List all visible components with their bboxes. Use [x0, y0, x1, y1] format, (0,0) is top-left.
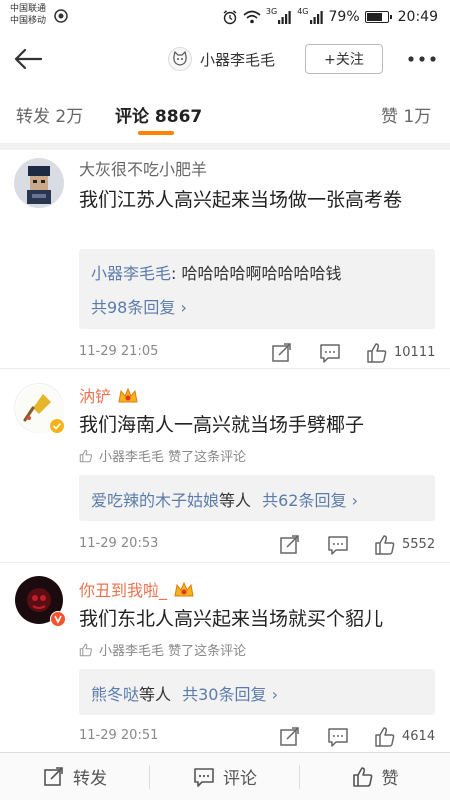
- avatar[interactable]: [14, 158, 64, 208]
- comment-icon[interactable]: [327, 534, 349, 556]
- reply-count-link[interactable]: 共98条回复 ›: [91, 294, 187, 318]
- comment-author-name: 汭铲: [79, 387, 112, 406]
- comment-item: 大灰很不吃小肥羊 我们江苏人高兴起来当场做一张高考卷 小器李毛毛: 哈哈哈哈啊哈…: [0, 150, 450, 368]
- reply-count-link[interactable]: 共62条回复 ›: [262, 491, 358, 510]
- battery-icon: [364, 11, 392, 23]
- tab-like[interactable]: 赞 1万: [381, 102, 431, 127]
- carrier-1: 中国联通: [10, 4, 47, 14]
- repost-icon: [44, 766, 63, 786]
- comment-button[interactable]: 评论: [150, 753, 300, 800]
- tab-bar: 转发 2万 评论 8867 赞 1万: [0, 84, 450, 144]
- bottom-action-bar: 转发 评论 赞: [0, 752, 450, 800]
- more-button[interactable]: [402, 46, 442, 72]
- comment-meta: 11-29 21:05 10111: [79, 342, 439, 364]
- like-count: 10111: [394, 345, 436, 360]
- author-name: 小器李毛毛: [200, 50, 276, 69]
- like-button[interactable]: 赞: [300, 753, 450, 800]
- battery-fill: [366, 13, 382, 21]
- like-icon[interactable]: [366, 342, 388, 364]
- alarm-icon: [223, 10, 237, 25]
- reply-mid: 等人: [139, 685, 172, 704]
- verified-badge-icon: [49, 418, 65, 434]
- like-icon[interactable]: [374, 726, 396, 748]
- user-avatar-image: [14, 158, 64, 208]
- comment-text: 我们海南人一高兴就当场手劈椰子: [79, 414, 365, 436]
- liked-by-text: 小器李毛毛 赞了这条评论: [99, 450, 247, 465]
- reply-line: 熊冬哒等人 共30条回复 ›: [91, 681, 278, 705]
- more-dots-icon: [408, 56, 436, 62]
- title-bar: 小器李毛毛 +关注: [0, 34, 450, 84]
- comment-meta: 11-29 20:51 4614: [79, 726, 439, 748]
- reply-count-link[interactable]: 共30条回复 ›: [182, 685, 278, 704]
- back-button[interactable]: [10, 42, 46, 76]
- like-icon[interactable]: [374, 534, 396, 556]
- repost-icon[interactable]: [279, 726, 301, 748]
- liked-by-text: 小器李毛毛 赞了这条评论: [99, 644, 247, 659]
- comment-label: 评论: [223, 769, 257, 789]
- tab-repost[interactable]: 转发 2万: [16, 102, 83, 127]
- status-bar: 中国联通 中国移动 3G 4G 79% 20:49: [0, 0, 450, 34]
- reply-line: 爱吃辣的木子姑娘等人 共62条回复 ›: [91, 487, 358, 511]
- reply-preview[interactable]: 爱吃辣的木子姑娘等人 共62条回复 ›: [79, 475, 435, 521]
- signal-icon: [309, 11, 323, 24]
- avatar[interactable]: [14, 383, 65, 434]
- follow-button[interactable]: +关注: [305, 44, 383, 74]
- signal-icon: [278, 11, 291, 24]
- network-type-1: 3G: [265, 7, 278, 16]
- repost-icon[interactable]: [279, 534, 301, 556]
- comment-author[interactable]: 大灰很不吃小肥羊: [79, 156, 207, 180]
- reply-author-link[interactable]: 小器李毛毛: [91, 264, 171, 283]
- comment-meta: 11-29 20:53 5552: [79, 534, 439, 556]
- carrier-2: 中国移动: [10, 16, 47, 26]
- comment-item: 汭铲 我们海南人一高兴就当场手劈椰子 小器李毛毛 赞了这条评论 爱吃辣的木子姑娘…: [0, 369, 450, 569]
- author-avatar: [168, 47, 192, 71]
- clock: 20:49: [397, 9, 438, 25]
- like-count: 5552: [402, 537, 436, 552]
- author-liked-note: 小器李毛毛 赞了这条评论: [79, 640, 246, 659]
- avatar[interactable]: [14, 575, 66, 627]
- comment-icon[interactable]: [327, 726, 349, 748]
- like-count: 4614: [402, 729, 436, 744]
- comment-author[interactable]: 汭铲: [79, 383, 139, 407]
- comment-text: 我们东北人高兴起来当场就买个貂儿: [79, 608, 384, 630]
- like-icon: [352, 766, 372, 787]
- tab-comment[interactable]: 评论 8867: [115, 102, 202, 127]
- reply-text: : 哈哈哈哈啊哈哈哈哈钱: [171, 264, 342, 283]
- repost-button[interactable]: 转发: [0, 753, 150, 800]
- reply-mid: 等人: [219, 491, 252, 510]
- vip-crown-icon: [174, 581, 194, 597]
- carrier-info: 中国联通 中国移动: [10, 3, 46, 27]
- page-title[interactable]: 小器李毛毛: [168, 46, 275, 72]
- reply-author-link[interactable]: 爱吃辣的木子姑娘: [91, 491, 219, 510]
- author-liked-note: 小器李毛毛 赞了这条评论: [79, 446, 246, 465]
- like-label: 赞: [381, 769, 399, 789]
- comment-author-name: 你丑到我啦_: [79, 581, 168, 600]
- comment-item: 你丑到我啦_ 我们东北人高兴起来当场就买个貂儿 小器李毛毛 赞了这条评论 熊冬哒…: [0, 563, 450, 751]
- repost-icon[interactable]: [271, 342, 293, 364]
- status-icons: 3G 4G 79% 20:49: [222, 7, 438, 27]
- wifi-icon: [243, 10, 261, 24]
- comment-text: 我们江苏人高兴起来当场做一张高考卷: [79, 189, 403, 211]
- comment-icon: [194, 767, 214, 787]
- battery-percent: 79%: [328, 9, 360, 25]
- comment-time: 11-29 21:05: [79, 344, 159, 359]
- reply-preview[interactable]: 小器李毛毛: 哈哈哈哈啊哈哈哈哈钱 共98条回复 ›: [79, 249, 435, 329]
- comment-time: 11-29 20:53: [79, 536, 159, 551]
- reply-author-link[interactable]: 熊冬哒: [91, 685, 139, 704]
- active-tab-indicator: [138, 131, 174, 135]
- comment-icon[interactable]: [319, 342, 341, 364]
- like-icon: [79, 449, 92, 462]
- notification-icon: [54, 9, 68, 23]
- comment-author[interactable]: 你丑到我啦_: [79, 577, 195, 601]
- cat-avatar-icon: [173, 50, 187, 66]
- reply-preview[interactable]: 熊冬哒等人 共30条回复 ›: [79, 669, 435, 715]
- network-type-2: 4G: [297, 7, 309, 16]
- reply-line: 小器李毛毛: 哈哈哈哈啊哈哈哈哈钱: [91, 260, 342, 284]
- like-icon: [79, 643, 92, 656]
- member-badge-icon: [50, 611, 66, 627]
- repost-label: 转发: [73, 769, 107, 789]
- back-arrow-icon: [14, 48, 43, 70]
- vip-crown-icon: [118, 387, 138, 403]
- comment-time: 11-29 20:51: [79, 728, 159, 743]
